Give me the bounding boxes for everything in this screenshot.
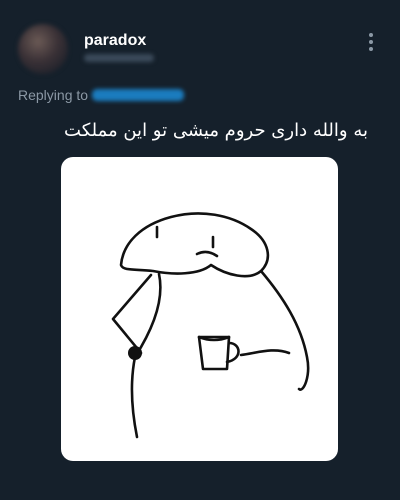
more-dot-icon — [369, 40, 373, 44]
more-options-button[interactable] — [356, 28, 386, 56]
tweet-media-image[interactable] — [61, 157, 338, 461]
reply-target-handle[interactable] — [92, 89, 184, 101]
more-dot-icon — [369, 47, 373, 51]
flork-drawing-icon — [111, 212, 310, 439]
replying-to-label: Replying to — [18, 87, 89, 103]
author-handle-blurred[interactable] — [84, 54, 154, 62]
author-name[interactable]: paradox — [84, 32, 146, 50]
more-dot-icon — [369, 33, 373, 37]
tweet-text: به والله داری حروم میشی تو این مملکت — [64, 120, 368, 141]
avatar[interactable] — [18, 24, 68, 74]
